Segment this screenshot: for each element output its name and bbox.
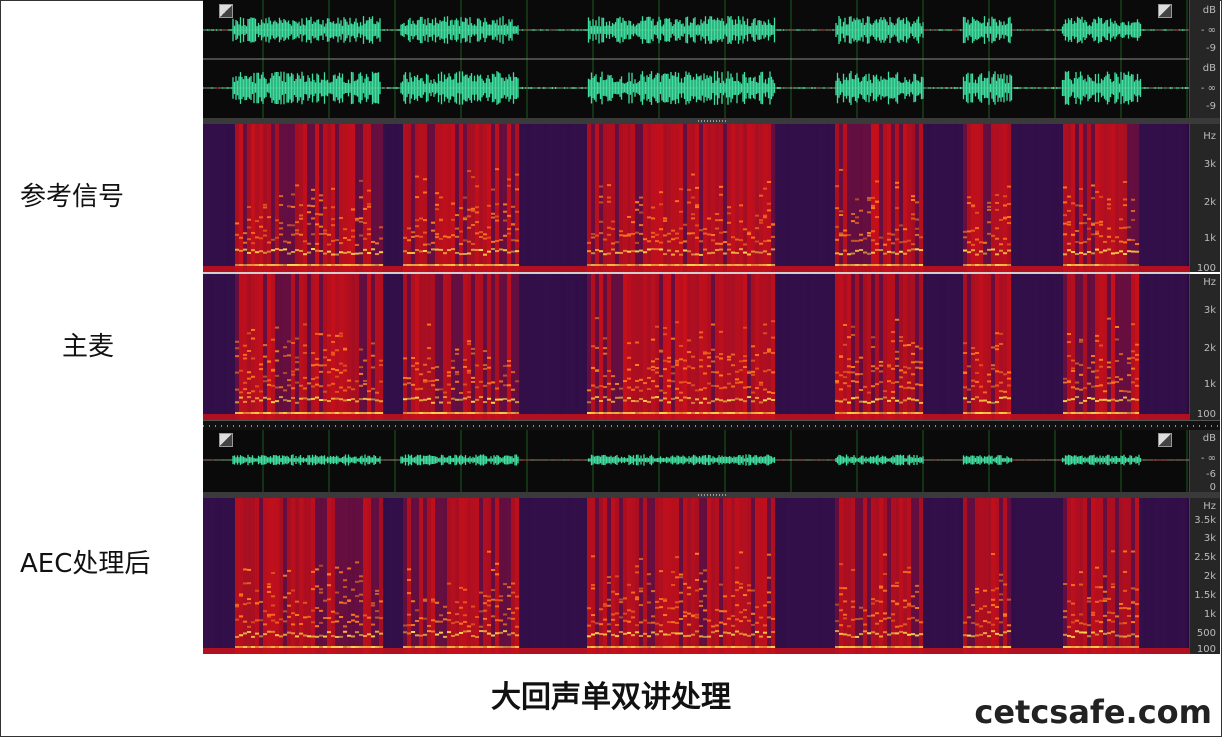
db-unit: dB (1202, 433, 1216, 444)
hz-unit: Hz (1203, 501, 1216, 512)
hz-2k: 2k (1203, 571, 1216, 582)
zoom-toggle-icon[interactable] (219, 433, 233, 447)
spectrogram-aec-svg (203, 498, 1190, 654)
hz-3k: 3k (1203, 305, 1216, 316)
hz-2k: 2k (1203, 197, 1216, 208)
hz-scale-reference: Hz 3k 2k 1k 100 (1189, 124, 1220, 272)
waveform-panel-aec[interactable]: dB - ∞ -6 0 (203, 430, 1220, 492)
hz-unit: Hz (1203, 131, 1216, 142)
db-scale-aec: dB - ∞ -6 0 (1189, 430, 1220, 492)
hz-2500: 2.5k (1194, 552, 1216, 563)
db-unit: dB (1202, 5, 1216, 16)
db-unit: dB (1202, 63, 1216, 74)
hz-100: 100 (1196, 644, 1216, 655)
db-minus9: -9 (1206, 101, 1216, 112)
spectrogram-aec[interactable]: Hz 3.5k 3k 2.5k 2k 1.5k 1k 500 100 (203, 498, 1220, 654)
waveform-top-svg (203, 0, 1190, 118)
waveform-aec-svg (203, 430, 1190, 492)
hz-3500: 3.5k (1194, 515, 1216, 526)
zoom-toggle-icon[interactable] (1158, 433, 1172, 447)
label-reference-signal: 参考信号 (20, 182, 125, 212)
hz-1k: 1k (1203, 379, 1216, 390)
label-main-mic: 主麦 (62, 332, 115, 362)
db-neg-inf: - ∞ (1200, 25, 1216, 36)
spectrogram-main-mic-svg (203, 274, 1190, 420)
zoom-toggle-icon[interactable] (1158, 4, 1172, 18)
spectrogram-main-mic[interactable]: Hz 3k 2k 1k 100 (203, 274, 1220, 420)
hz-3k: 3k (1203, 533, 1216, 544)
db-zero: 0 (1209, 482, 1216, 493)
hz-scale-main-mic: Hz 3k 2k 1k 100 (1189, 274, 1220, 420)
spectrogram-reference[interactable]: Hz 3k 2k 1k 100 (203, 124, 1220, 272)
hz-100: 100 (1196, 263, 1216, 273)
hz-scale-aec: Hz 3.5k 3k 2.5k 2k 1.5k 1k 500 100 (1189, 498, 1220, 654)
hz-1k: 1k (1203, 609, 1216, 620)
waveform-panel-top[interactable]: dB - ∞ -9 dB - ∞ -9 (203, 0, 1220, 118)
spectrogram-reference-svg (203, 124, 1190, 272)
hz-unit: Hz (1203, 277, 1216, 288)
db-scale-top: dB - ∞ -9 dB - ∞ -9 (1189, 0, 1220, 118)
hz-1500: 1.5k (1194, 590, 1216, 601)
db-neg-inf: - ∞ (1200, 453, 1216, 464)
hz-2k: 2k (1203, 343, 1216, 354)
label-aec-processed: AEC处理后 (20, 549, 151, 579)
zoom-toggle-icon[interactable] (219, 4, 233, 18)
db-neg-inf: - ∞ (1200, 83, 1216, 94)
hz-500: 500 (1196, 628, 1216, 639)
hz-100: 100 (1196, 409, 1216, 420)
db-minus6: -6 (1206, 469, 1216, 480)
watermark: cetcsafe.com (974, 693, 1212, 731)
hz-3k: 3k (1203, 159, 1216, 170)
db-minus9: -9 (1206, 43, 1216, 54)
hz-1k: 1k (1203, 233, 1216, 244)
